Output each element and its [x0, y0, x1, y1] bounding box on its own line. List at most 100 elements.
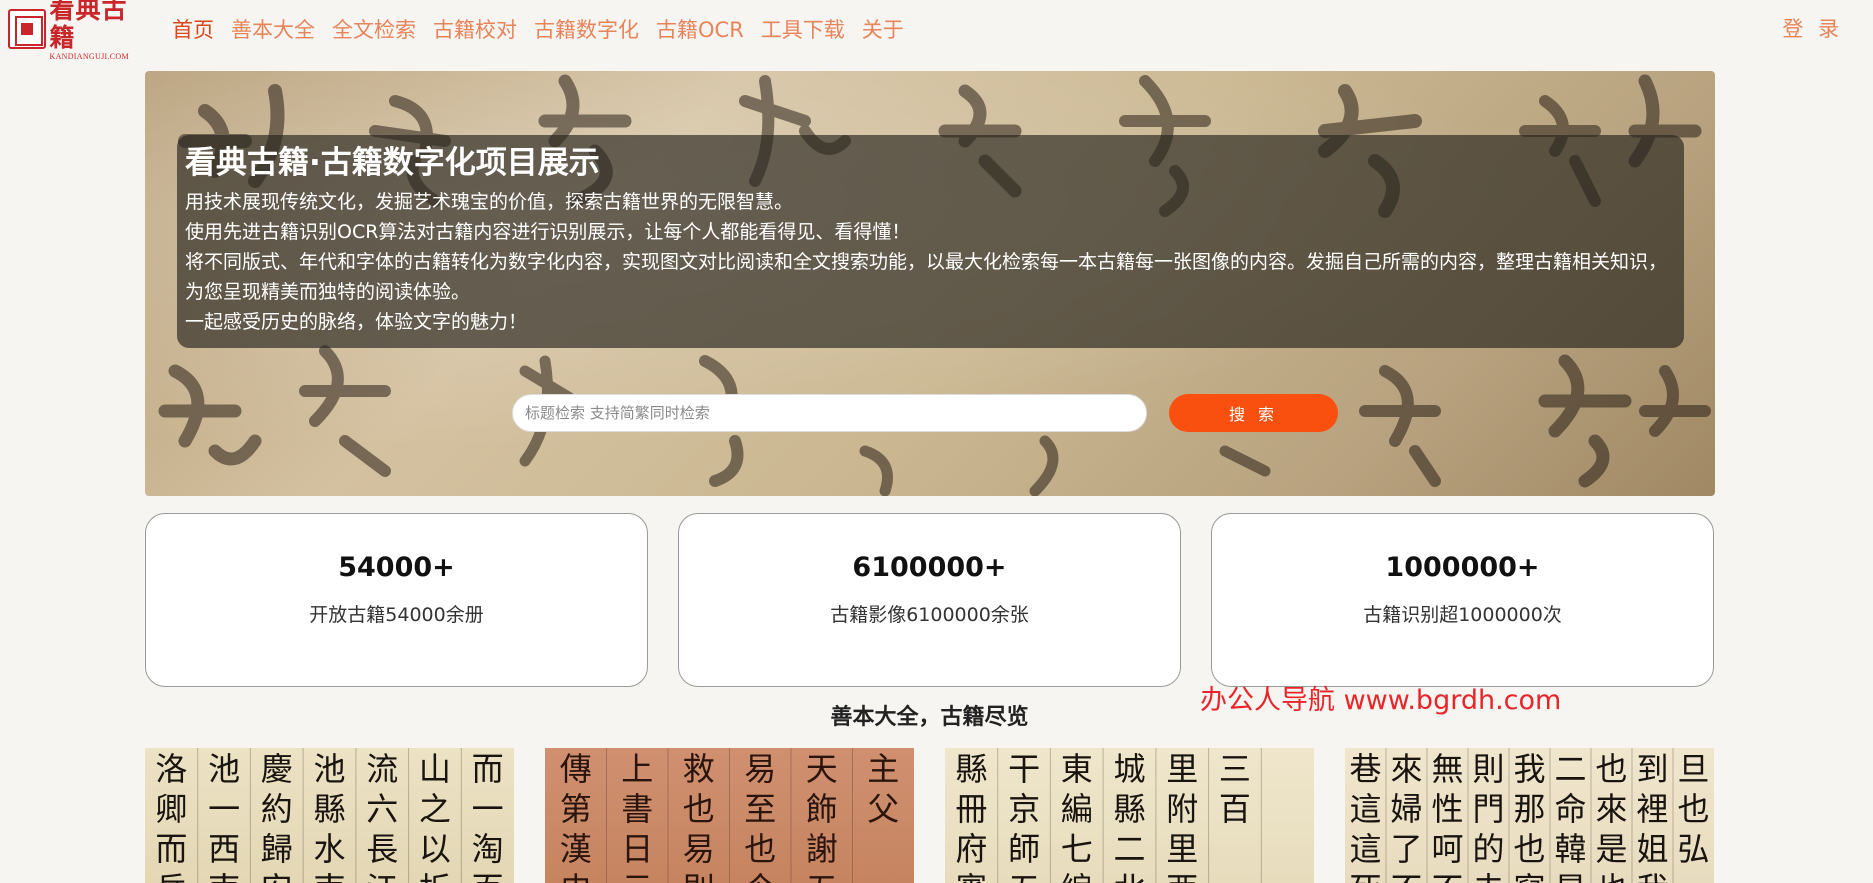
hero-intro-line: 一起感受历史的脉络，体验文字的魅力！	[185, 311, 528, 333]
book-glyph: 以	[419, 830, 451, 868]
book-glyph: 來	[1595, 790, 1627, 828]
nav-item-about[interactable]: 关于	[862, 14, 904, 44]
hero-intro-line: 使用先进古籍识别OCR算法对古籍内容进行识别展示，让每个人都能看得见、看得懂！	[185, 221, 911, 243]
stat-value: 6100000+	[852, 552, 1007, 583]
book-glyph: 史	[560, 870, 592, 883]
book-glyph: 縣	[1113, 790, 1145, 828]
book-glyph: 了	[1390, 830, 1422, 868]
book-glyph: 死	[1349, 870, 1381, 883]
book-glyph: 去	[1472, 870, 1504, 883]
book-glyph: 則	[1472, 750, 1504, 788]
nav-item-ocr[interactable]: 古籍OCR	[656, 14, 744, 44]
book-glyph: 慶	[261, 750, 293, 788]
book-glyph: 而	[155, 830, 187, 868]
book-glyph: 巷	[1349, 750, 1381, 788]
book-glyph: 池	[208, 750, 240, 788]
book-glyph: 南	[313, 870, 345, 883]
book-glyph: 安	[261, 870, 293, 883]
book-glyph: 約	[261, 790, 293, 828]
book-glyph: 五	[1008, 870, 1040, 883]
book-glyph: 池	[313, 750, 345, 788]
book-glyph: 百	[1219, 790, 1251, 828]
book-page-image: 巷這這死來婦了不無性呵不則門的去我那也寫二命韓是也來是也到裡姐我旦也弘	[1349, 748, 1710, 883]
book-page-image: 縣冊府賓干京師五東編七編城縣二北里附里西三百	[955, 748, 1262, 883]
book-thumbnail[interactable]: 洛卿而岳池一西南慶約歸安池縣水南流六長江山之以折而一淘百	[145, 748, 514, 883]
book-glyph: 謝	[806, 830, 838, 868]
main-menu: 首页 善本大全 全文检索 古籍校对 古籍数字化 古籍OCR 工具下载 关于	[172, 12, 921, 46]
nav-item-tools-download[interactable]: 工具下载	[761, 14, 845, 44]
stat-value: 1000000+	[1385, 552, 1540, 583]
book-glyph: 來	[1390, 750, 1422, 788]
nav-item-rare-books[interactable]: 善本大全	[231, 14, 315, 44]
book-glyph: 是	[1554, 870, 1586, 883]
site-logo[interactable]: 看典古籍 KANDIANGUJI.COM	[8, 0, 152, 61]
book-glyph: 長	[366, 830, 398, 868]
book-glyph: 傳	[560, 750, 592, 788]
book-page-image: 洛卿而岳池一西南慶約歸安池縣水南流六長江山之以折而一淘百	[155, 748, 504, 883]
book-glyph: 冊	[955, 790, 987, 828]
book-glyph: 飾	[806, 790, 838, 828]
hero-title: 看典古籍·古籍数字化项目展示	[185, 145, 600, 181]
book-glyph: 也	[1595, 870, 1627, 883]
book-glyph: 山	[419, 750, 451, 788]
book-glyph: 是	[1595, 830, 1627, 868]
book-glyph: 干	[1008, 750, 1040, 788]
book-glyph: 里	[1166, 830, 1198, 868]
book-glyph: 師	[1008, 830, 1040, 868]
title-search-input[interactable]	[512, 394, 1147, 432]
book-glyph: 不	[1390, 870, 1422, 883]
book-glyph: 也	[683, 790, 715, 828]
book-glyph: 卿	[155, 790, 187, 828]
book-glyph: 易	[744, 750, 776, 788]
nav-item-fulltext-search[interactable]: 全文检索	[332, 14, 416, 44]
book-glyph: 折	[419, 870, 451, 883]
book-glyph: 附	[1166, 790, 1198, 828]
book-glyph: 主	[867, 750, 899, 788]
nav-item-home[interactable]: 首页	[172, 14, 214, 44]
book-glyph: 之	[419, 790, 451, 828]
book-glyph: 漢	[560, 830, 592, 868]
book-glyph: 京	[1008, 790, 1040, 828]
top-navbar: 看典古籍 KANDIANGUJI.COM 首页 善本大全 全文检索 古籍校对 古…	[0, 0, 1873, 61]
book-glyph: 五	[806, 870, 838, 883]
book-glyph: 縣	[955, 750, 987, 788]
nav-item-digitization[interactable]: 古籍数字化	[534, 14, 639, 44]
book-glyph: 二	[1554, 750, 1586, 788]
book-glyph: 日	[621, 830, 653, 868]
hero-intro-line: 用技术展现传统文化，发掘艺术瑰宝的价值，探索古籍世界的无限智慧。	[185, 191, 794, 213]
book-glyph: 西	[208, 830, 240, 868]
book-glyph: 編	[1061, 870, 1093, 883]
watermark-text: 办公人导航 www.bgrdh.com	[1200, 685, 1562, 716]
seal-logo-icon	[8, 9, 46, 49]
book-glyph: 洛	[155, 750, 187, 788]
book-glyph: 姐	[1636, 830, 1668, 868]
login-link[interactable]: 登 录	[1782, 13, 1843, 43]
book-glyph: 六	[366, 790, 398, 828]
book-glyph: 而	[472, 750, 504, 788]
book-glyph: 那	[1513, 790, 1545, 828]
book-glyph: 也	[1595, 750, 1627, 788]
book-glyph: 三	[1219, 750, 1251, 788]
book-glyph: 易	[683, 830, 715, 868]
book-thumbnail[interactable]: 縣冊府賓干京師五東編七編城縣二北里附里西三百	[945, 748, 1314, 883]
hero-intro-panel: 看典古籍·古籍数字化项目展示 用技术展现传统文化，发掘艺术瑰宝的价值，探索古籍世…	[177, 135, 1684, 348]
book-glyph: 歸	[261, 830, 293, 868]
book-glyph: 救	[683, 750, 715, 788]
logo-name-en: KANDIANGUJI.COM	[49, 52, 129, 61]
book-glyph: 天	[806, 750, 838, 788]
stat-card-ocr: 1000000+ 古籍识别超1000000次	[1211, 513, 1714, 687]
nav-item-proofreading[interactable]: 古籍校对	[433, 14, 517, 44]
book-thumbnail[interactable]: 巷這這死來婦了不無性呵不則門的去我那也寫二命韓是也來是也到裡姐我旦也弘	[1345, 748, 1714, 883]
stat-label: 开放古籍54000余册	[309, 604, 484, 626]
search-button[interactable]: 搜 索	[1169, 394, 1338, 432]
book-glyph: 我	[1636, 870, 1668, 883]
book-glyph: 這	[1349, 790, 1381, 828]
book-glyph: 百	[472, 870, 504, 883]
book-glyph: 也	[744, 830, 776, 868]
book-glyph: 的	[1472, 830, 1504, 868]
book-glyph: 書	[621, 790, 653, 828]
book-glyph: 旦	[1677, 750, 1709, 788]
book-glyph: 云	[621, 870, 653, 883]
book-glyph: 水	[313, 830, 345, 868]
book-thumbnail[interactable]: 傳第漢史上書日云救也易則易至也今天飾謝五主父	[545, 748, 914, 883]
